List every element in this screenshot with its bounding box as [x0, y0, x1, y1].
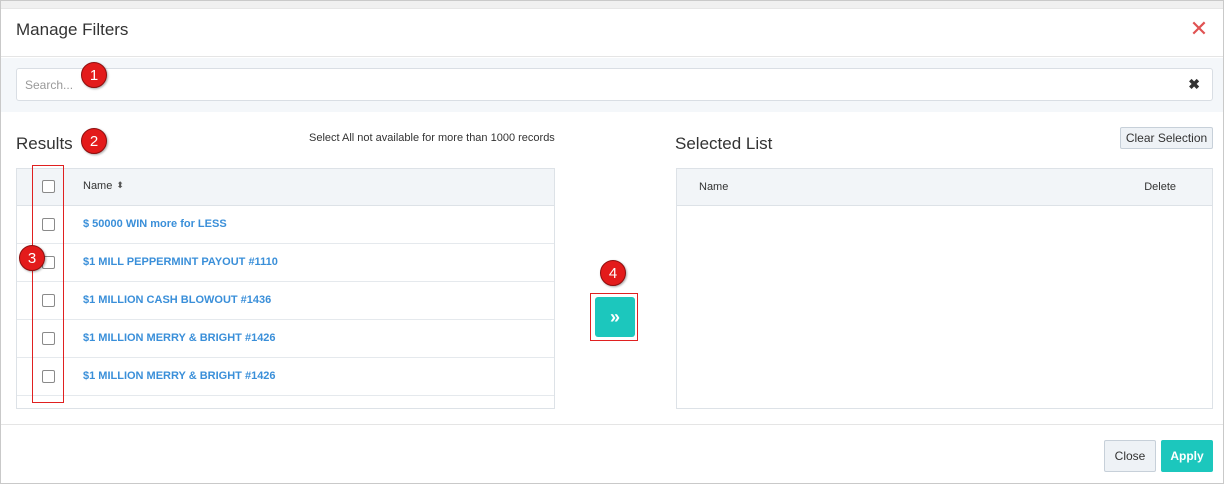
annotation-badge-4: 4 [600, 260, 626, 286]
table-row-partial [17, 396, 554, 409]
modal-title: Manage Filters [16, 20, 129, 39]
selected-table: Name Delete [676, 168, 1213, 409]
row-name-link[interactable]: $1 MILLION MERRY & BRIGHT #1426 [83, 332, 276, 344]
results-table: Name ⬍ $ 50000 WIN more for LESS $1 MILL … [16, 168, 555, 409]
search-box: ✖ [16, 68, 1213, 101]
sort-icon[interactable]: ⬍ [116, 180, 124, 191]
row-checkbox[interactable] [42, 408, 55, 409]
manage-filters-modal: Manage Filters ✕ ✖ Results Select All no… [0, 0, 1224, 484]
name-column-label: Name [83, 180, 113, 192]
footer-divider [1, 424, 1223, 425]
close-button[interactable]: Close [1104, 440, 1156, 472]
row-name-link[interactable]: $ 50000 WIN more for LESS [83, 218, 227, 230]
search-input[interactable] [25, 76, 1175, 94]
row-name-link[interactable]: $1 MILL PEPPERMINT PAYOUT #1110 [83, 256, 278, 268]
row-name-link[interactable]: $1 MILLION MERRY & BRIGHT #1426 [83, 370, 276, 382]
close-icon[interactable]: ✕ [1189, 17, 1209, 41]
modal-header: Manage Filters ✕ [1, 9, 1223, 57]
table-row: $1 MILLION CASH BLOWOUT #1436 [17, 282, 554, 320]
selected-name-column-header: Name [699, 181, 729, 193]
selected-list-title: Selected List [675, 134, 773, 153]
annotation-button-highlight [590, 293, 638, 341]
clear-selection-button[interactable]: Clear Selection [1120, 127, 1213, 149]
apply-button[interactable]: Apply [1161, 440, 1213, 472]
row-name-link[interactable]: $1 MILLION CASH BLOWOUT #1436 [83, 294, 271, 306]
annotation-badge-1: 1 [81, 62, 107, 88]
annotation-checkbox-highlight [32, 165, 64, 403]
table-row: $1 MILL PEPPERMINT PAYOUT #1110 [17, 244, 554, 282]
top-strip [1, 1, 1223, 9]
search-band: ✖ [1, 58, 1223, 112]
name-column-header[interactable]: Name ⬍ [83, 180, 124, 192]
annotation-badge-2: 2 [81, 128, 107, 154]
annotation-badge-3: 3 [19, 245, 45, 271]
clear-search-icon[interactable]: ✖ [1188, 76, 1200, 93]
selected-table-header: Name Delete [677, 169, 1212, 206]
results-table-header: Name ⬍ [17, 169, 554, 206]
table-row: $1 MILLION MERRY & BRIGHT #1426 [17, 358, 554, 396]
table-row: $1 MILLION MERRY & BRIGHT #1426 [17, 320, 554, 358]
selected-delete-column-header: Delete [1144, 181, 1176, 193]
results-title: Results [16, 134, 73, 153]
results-note: Select All not available for more than 1… [309, 132, 555, 144]
table-row: $ 50000 WIN more for LESS [17, 206, 554, 244]
